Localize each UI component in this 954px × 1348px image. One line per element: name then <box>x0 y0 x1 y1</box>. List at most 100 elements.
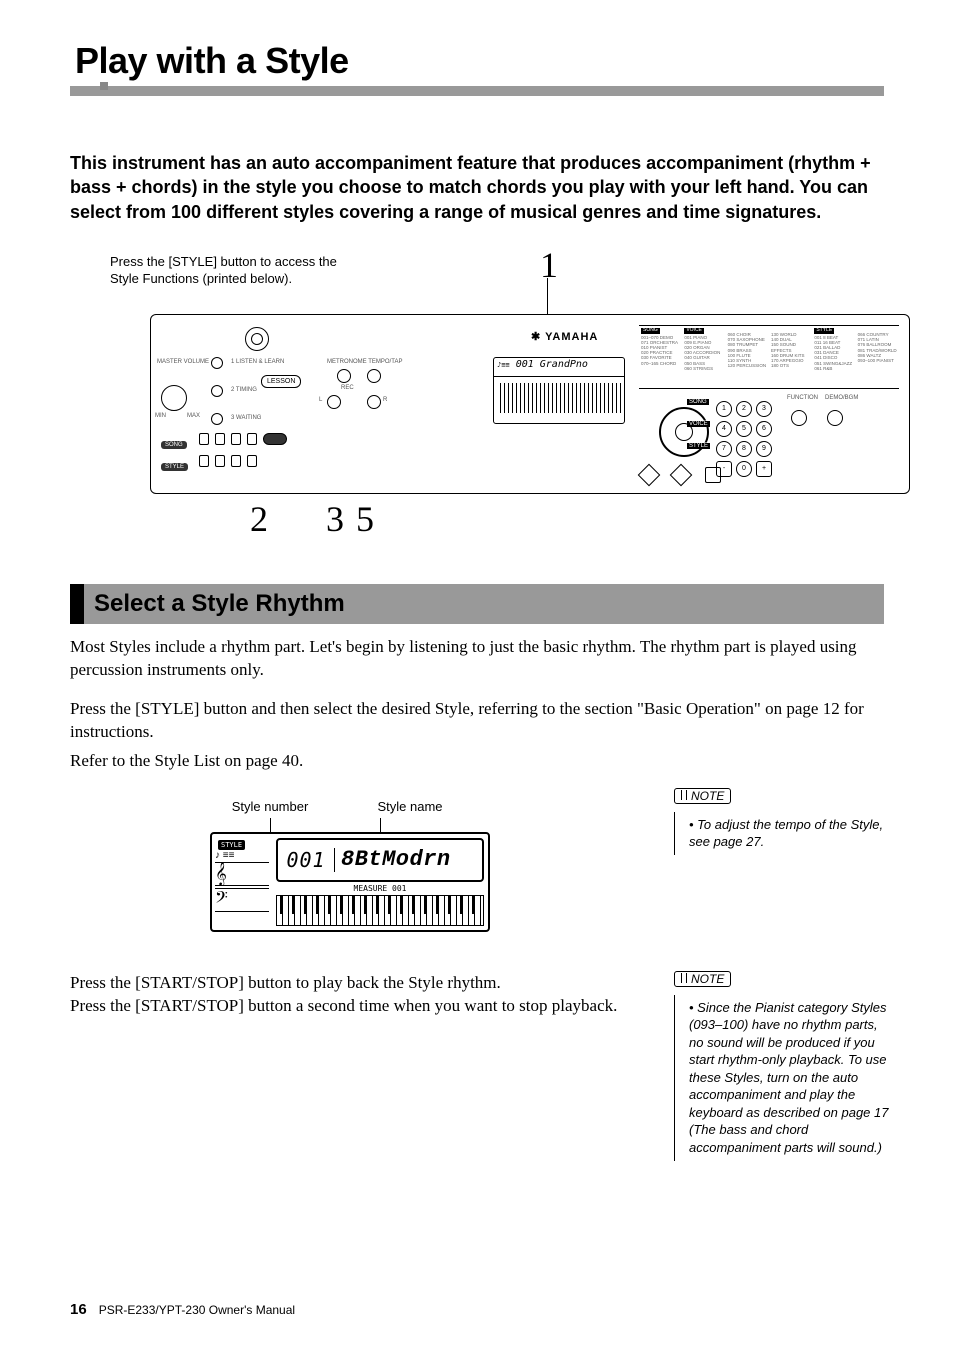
dot-icon <box>211 357 223 369</box>
section-p3: Refer to the Style List on page 40. <box>70 750 884 773</box>
numkey-4: 4 <box>716 421 732 437</box>
bass-clef-icon: 𝄢 <box>215 888 269 912</box>
numkey-2: 2 <box>736 401 752 417</box>
song-tag: SONG <box>161 441 187 449</box>
manual-title: PSR-E233/YPT-230 Owner's Manual <box>99 1303 295 1317</box>
power-button-icon <box>245 327 269 351</box>
lcd-keyboard-icon <box>276 895 484 926</box>
demo-btn-icon <box>827 410 843 426</box>
mode-buttons <box>641 467 721 483</box>
lcd-readout: STYLE 001 8BtModrn <box>276 838 484 882</box>
numkey-6: 6 <box>756 421 772 437</box>
lcd-display: ♪ ≡≡ 𝄞 𝄢 STYLE 001 8BtModrn MEASURE 001 <box>210 832 490 932</box>
numkey-5: 5 <box>736 421 752 437</box>
rec-r-btn-icon <box>367 395 381 409</box>
numkey-9: 9 <box>756 441 772 457</box>
page: Play with a Style This instrument has an… <box>0 0 954 1348</box>
lcd-leader-lines <box>210 818 490 832</box>
metronome-btn-icon <box>337 369 351 383</box>
lcd-figure: Style number Style name ♪ ≡≡ 𝄞 𝄢 STYLE 0… <box>210 799 490 932</box>
section-p2: Press the [STYLE] button and then select… <box>70 698 884 744</box>
leader-line <box>547 278 548 314</box>
panel-lcd: ♪≡≡ 001 GrandPno <box>493 357 625 424</box>
function-btn-icon <box>791 410 807 426</box>
section-heading: Select a Style Rhythm <box>70 584 884 624</box>
lesson-item-1: 1 LISTEN & LEARN <box>231 359 284 365</box>
treble-clef-icon: 𝄞 <box>215 862 269 886</box>
rec-l-btn-icon <box>327 395 341 409</box>
step-number-2: 2 <box>250 498 268 540</box>
note-text-2: Since the Pianist category Styles (093–1… <box>689 1000 888 1155</box>
numkey-8: 8 <box>736 441 752 457</box>
tempo-btn-icon <box>367 369 381 383</box>
lesson-item-2: 2 TIMING <box>231 387 257 393</box>
page-number: 16 <box>70 1301 87 1318</box>
page-title: Play with a Style <box>75 40 884 82</box>
keyboard-panel-diagram: MASTER VOLUME MIN MAX LESSON 1 LISTEN & … <box>150 314 910 494</box>
note-box-2: • Since the Pianist category Styles (093… <box>674 995 889 1161</box>
volume-min-label: MIN <box>155 413 166 419</box>
rec-label: REC <box>341 385 354 391</box>
lesson-item-3: 3 WAITING <box>231 415 261 421</box>
note-column-1: NOTE • To adjust the tempo of the Style,… <box>674 789 884 855</box>
intro-btn-icon <box>215 455 225 467</box>
list-head-voice: VOICE <box>684 328 704 334</box>
rew-btn-icon <box>215 433 225 445</box>
data-dial-icon <box>659 407 709 457</box>
volume-knob-icon <box>161 385 187 411</box>
lcd-right-panel: STYLE 001 8BtModrn MEASURE 001 <box>272 834 488 930</box>
note-column-2: NOTE • Since the Pianist category Styles… <box>674 972 884 1161</box>
title-rule <box>70 86 884 96</box>
number-pad: 1 2 3 4 5 6 7 8 9 - 0 + <box>716 401 772 477</box>
ab-repeat-btn-icon <box>199 433 209 445</box>
numkey-7: 7 <box>716 441 732 457</box>
dot-icon <box>211 413 223 425</box>
section-p1: Most Styles include a rhythm part. Let's… <box>70 636 884 682</box>
lcd-and-note-row: Style number Style name ♪ ≡≡ 𝄞 𝄢 STYLE 0… <box>70 789 884 952</box>
numkey-plus: + <box>756 461 772 477</box>
step-number-5: 5 <box>356 498 374 540</box>
numkey-3: 3 <box>756 401 772 417</box>
yamaha-mark-icon: ✱ <box>531 331 541 343</box>
ff-btn-icon <box>231 433 241 445</box>
lcd-labels: Style number Style name <box>210 799 490 814</box>
r-label: R <box>383 397 387 403</box>
lcd-style-pill: STYLE <box>218 840 245 850</box>
panel-lcd-text: 001 GrandPno <box>516 359 588 370</box>
voice-list-block: SONG001–070 DEMO071 ORCHESTRA010 PIANIST… <box>639 325 899 389</box>
note-box-1: • To adjust the tempo of the Style, see … <box>674 812 889 855</box>
volume-label: MASTER VOLUME <box>157 359 209 365</box>
page-footer: 16 PSR-E233/YPT-230 Owner's Manual <box>0 1301 954 1318</box>
playback-p2: Press the [START/STOP] button a second t… <box>70 995 644 1018</box>
section-heading-text: Select a Style Rhythm <box>94 590 874 618</box>
panel-lcd-top: ♪≡≡ 001 GrandPno <box>494 358 624 377</box>
cat-style: STYLE <box>687 443 710 449</box>
acmp-btn-icon <box>199 455 209 467</box>
function-buttons <box>791 410 843 426</box>
note-text-1: To adjust the tempo of the Style, see pa… <box>689 817 883 850</box>
demo-label: DEMO/BGM <box>825 395 858 401</box>
song-transport-row <box>199 433 287 445</box>
start-stop-btn-icon <box>263 433 287 445</box>
cat-voice: VOICE <box>687 421 710 427</box>
playback-p1: Press the [START/STOP] button to play ba… <box>70 972 644 995</box>
cat-song: SONG <box>687 399 709 405</box>
intro-paragraph: This instrument has an auto accompanimen… <box>70 151 884 224</box>
note-title-1: NOTE <box>674 788 731 804</box>
playback-and-note-row: Press the [START/STOP] button to play ba… <box>70 972 884 1161</box>
lcd-style-name: 8BtModrn <box>335 847 451 872</box>
style-number-label: Style number <box>210 799 330 814</box>
numkey-0: 0 <box>736 461 752 477</box>
panel-figure: Press the [STYLE] button to access the S… <box>70 254 884 534</box>
style-tag: STYLE <box>161 463 188 471</box>
l-label: L <box>319 397 322 403</box>
yamaha-text: YAMAHA <box>545 331 598 343</box>
list-head-style: STYLE <box>814 328 834 334</box>
step-number-1: 1 <box>540 244 558 286</box>
sound-effect-icon <box>670 464 693 487</box>
metronome-label: METRONOME TEMPO/TAP <box>327 359 402 365</box>
mini-keyboard-icon <box>497 383 621 413</box>
list-head-song: SONG <box>641 328 660 334</box>
lcd-measure: MEASURE 001 <box>272 884 488 893</box>
dot-icon <box>211 385 223 397</box>
